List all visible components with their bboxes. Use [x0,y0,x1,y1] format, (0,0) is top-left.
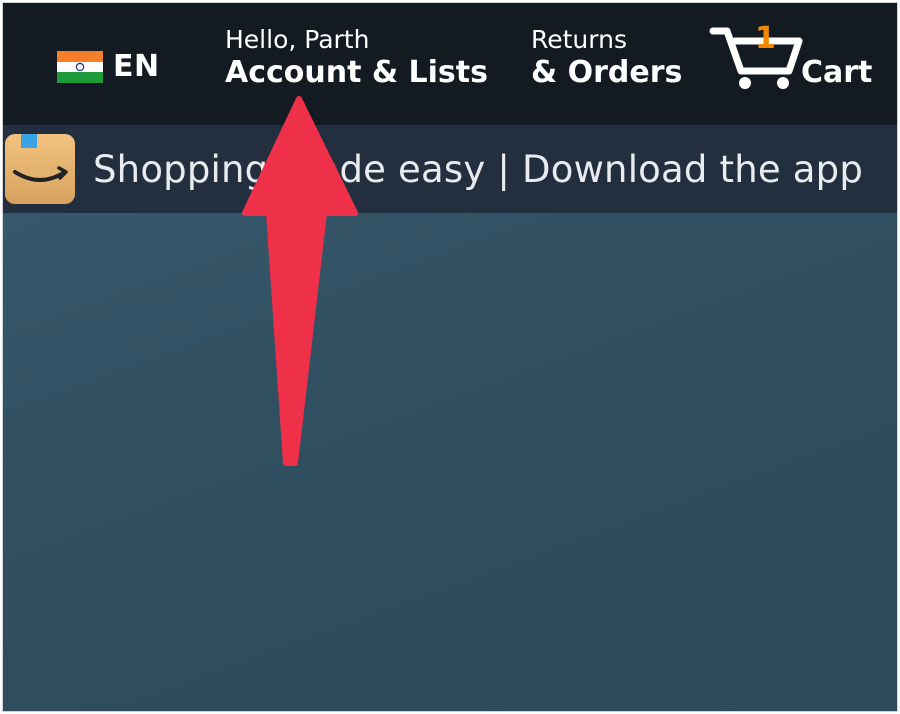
screenshot-frame: EN Hello, Parth Account & Lists Returns … [2,2,898,712]
red-arrow-annotation [242,96,358,466]
